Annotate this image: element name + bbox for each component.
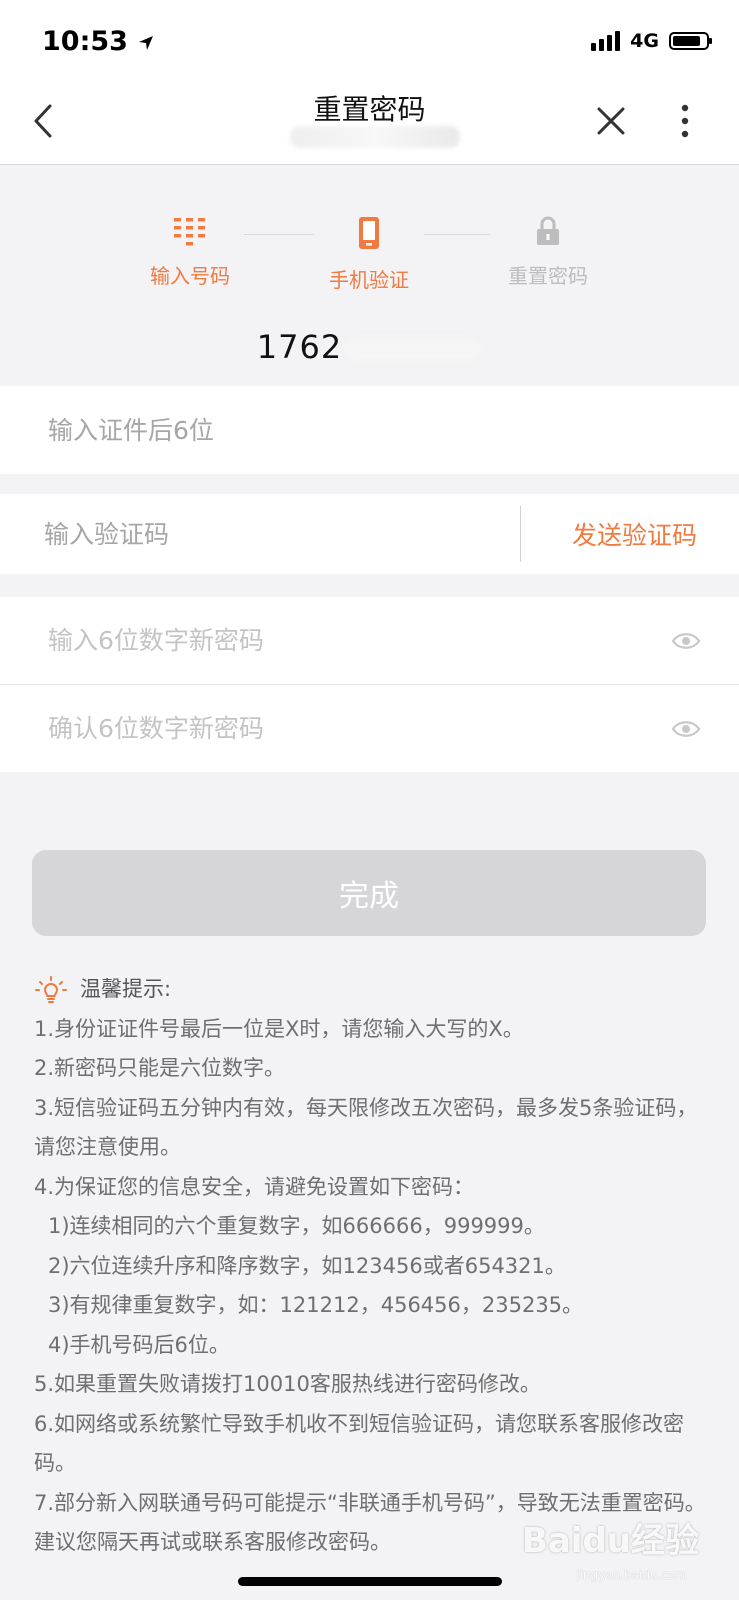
send-code-button[interactable]: 发送验证码 xyxy=(572,494,697,574)
battery-icon xyxy=(669,32,712,50)
more-vertical-icon xyxy=(681,104,689,138)
password-group xyxy=(0,597,739,772)
new-password-field[interactable] xyxy=(0,597,739,684)
id-last6-field[interactable] xyxy=(0,386,739,474)
watermark-url: jingyan.baidu.com xyxy=(576,1568,687,1582)
status-time: 10:53 xyxy=(42,26,155,57)
eye-icon[interactable] xyxy=(671,719,701,739)
nav-bar: 重置密码 xyxy=(0,80,739,165)
tip-item: 2.新密码只能是六位数字。 xyxy=(34,1056,286,1080)
new-password-input[interactable] xyxy=(48,597,608,684)
confirm-password-input[interactable] xyxy=(48,685,608,772)
tip-subitem: 3)有规律重复数字，如：121212，456456，235235。 xyxy=(48,1293,584,1317)
more-button[interactable] xyxy=(660,96,710,146)
step-reset-password: 重置密码 xyxy=(478,216,618,289)
tip-item: 6.如网络或系统繁忙导致手机收不到短信验证码，请您联系客服修改密码。 xyxy=(34,1411,685,1476)
tip-item: 5.如果重置失败请拨打10010客服热线进行密码修改。 xyxy=(34,1372,541,1396)
lightbulb-icon xyxy=(35,975,67,1003)
tip-item: 1.身份证证件号最后一位是X时，请您输入大写的X。 xyxy=(34,1016,524,1041)
close-button[interactable] xyxy=(586,96,636,146)
submit-button[interactable]: 完成 xyxy=(32,850,706,936)
status-bar: 10:53 4G xyxy=(0,0,739,80)
signal-icon xyxy=(591,31,621,51)
lock-icon xyxy=(537,216,559,245)
tips-section: 温馨提示: 1.身份证证件号最后一位是X时，请您输入大写的X。 2.新密码只能是… xyxy=(34,970,714,1563)
step-label: 重置密码 xyxy=(508,264,588,288)
keypad-icon xyxy=(174,218,205,246)
watermark: Baidu经验 xyxy=(521,1521,699,1561)
network-type: 4G xyxy=(630,30,659,52)
phone-icon xyxy=(359,217,379,249)
tips-title: 温馨提示: xyxy=(34,970,714,1010)
step-enter-number: 输入号码 xyxy=(120,216,260,289)
id-last6-input[interactable] xyxy=(48,386,608,474)
step-label: 输入号码 xyxy=(150,264,230,288)
tip-subitem: 1)连续相同的六个重复数字，如666666，999999。 xyxy=(48,1214,545,1238)
step-phone-verify: 手机验证 xyxy=(299,216,439,293)
verification-code-field[interactable]: 发送验证码 xyxy=(0,494,739,574)
phone-number: 1762 xyxy=(0,328,739,366)
masked-subtitle xyxy=(290,126,460,148)
tip-subitem: 2)六位连续升序和降序数字，如123456或者654321。 xyxy=(48,1253,566,1278)
verification-code-input[interactable] xyxy=(44,494,494,574)
tip-subitem: 4)手机号码后6位。 xyxy=(48,1332,230,1357)
close-icon xyxy=(597,107,625,135)
confirm-password-field[interactable] xyxy=(0,685,739,772)
tip-item: 4.为保证您的信息安全，请避免设置如下密码： xyxy=(34,1174,475,1199)
eye-icon[interactable] xyxy=(671,631,701,651)
masked-digits xyxy=(342,337,483,361)
tips-title-text: 温馨提示: xyxy=(80,977,172,1001)
vertical-divider xyxy=(520,506,521,562)
location-arrow-icon xyxy=(139,35,154,50)
progress-steps: 输入号码 手机验证 重置密码 1762 xyxy=(0,164,739,386)
step-label: 手机验证 xyxy=(329,268,409,292)
home-indicator xyxy=(238,1577,502,1586)
tip-item: 3.短信验证码五分钟内有效，每天限修改五次密码，最多发5条验证码，请您注意使用。 xyxy=(34,1095,698,1160)
